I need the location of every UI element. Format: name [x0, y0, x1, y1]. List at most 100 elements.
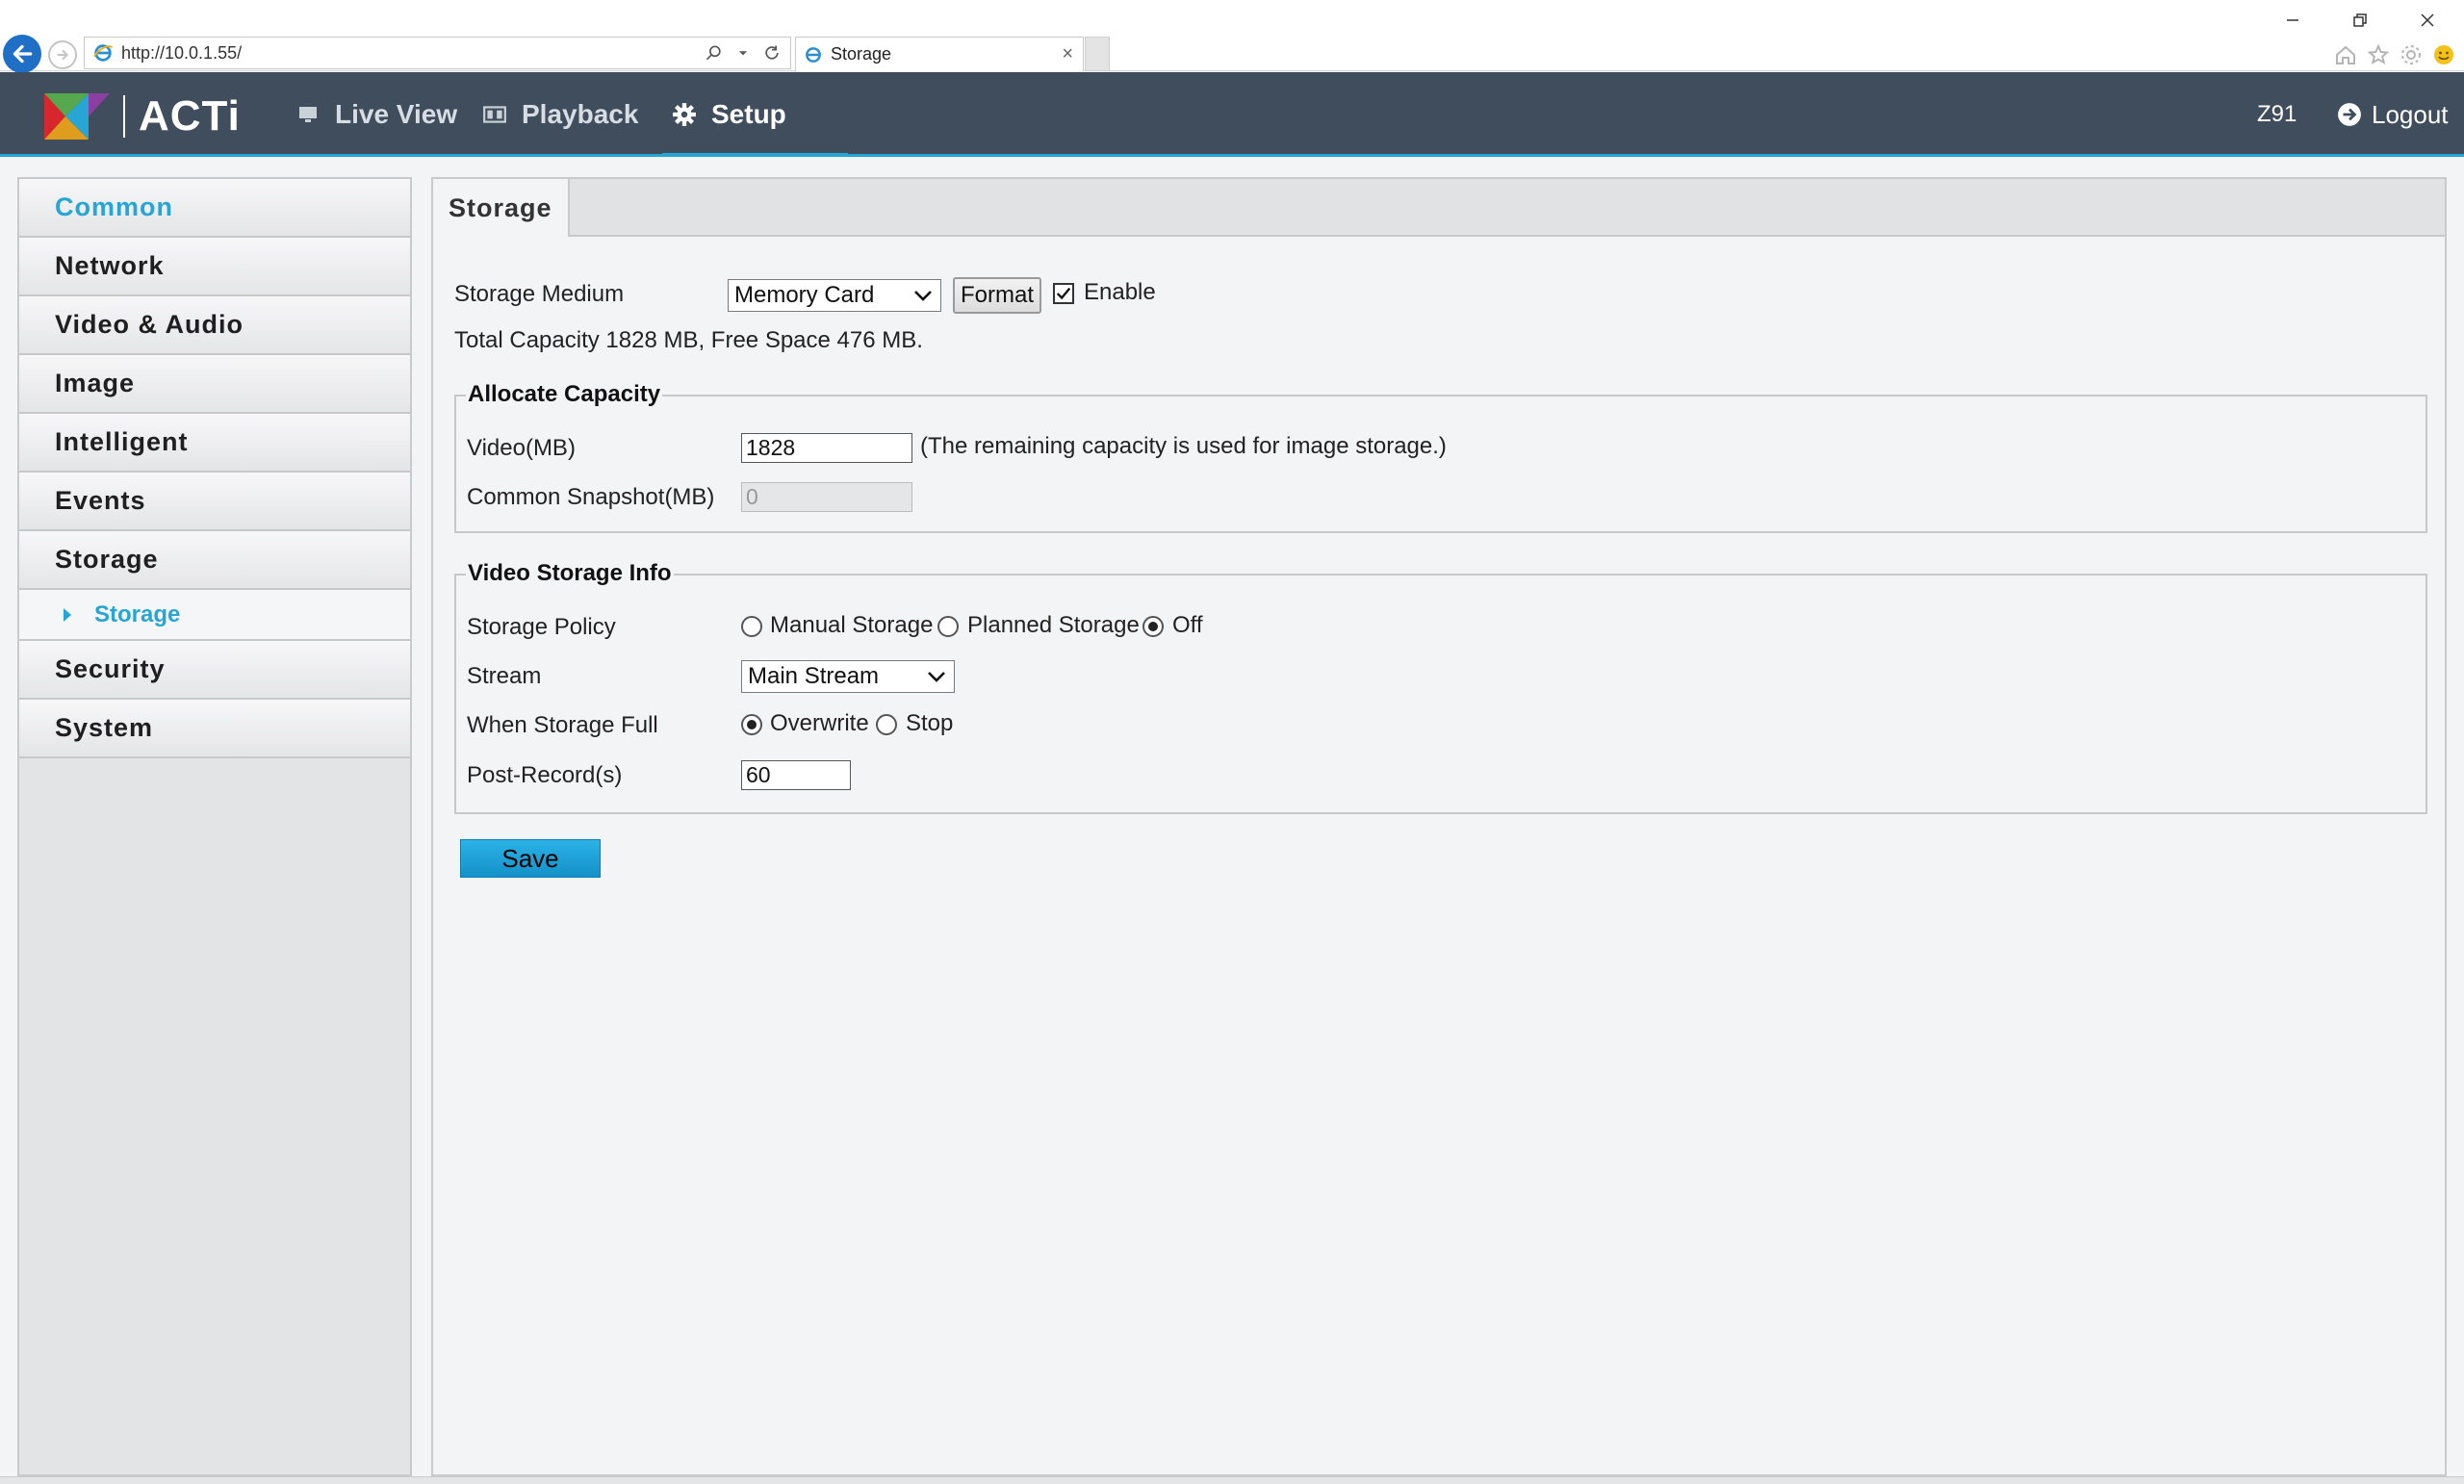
- video-mb-note: (The remaining capacity is used for imag…: [920, 433, 1447, 459]
- format-button[interactable]: Format: [953, 277, 1041, 314]
- minimize-icon[interactable]: [2273, 6, 2312, 35]
- close-window-icon[interactable]: [2408, 6, 2447, 35]
- browser-chrome: http://10.0.1.55/ Storage ×: [0, 0, 2464, 73]
- video-storage-info-legend: Video Storage Info: [466, 560, 674, 587]
- tab-close-icon[interactable]: ×: [1062, 43, 1073, 65]
- star-icon[interactable]: [2366, 42, 2391, 67]
- chevron-down-icon[interactable]: [732, 42, 754, 64]
- search-icon[interactable]: [704, 42, 725, 64]
- sidebar-item-label: Storage: [55, 545, 159, 574]
- content-tabbar: Storage: [433, 179, 2445, 237]
- sidebar-item-system[interactable]: System: [19, 700, 410, 758]
- app-header: ACTi Live View Playback Setup Z91 Logout: [0, 72, 2464, 157]
- new-tab-button[interactable]: [1085, 37, 1110, 71]
- film-icon: [481, 101, 508, 128]
- logo-divider: [123, 95, 125, 138]
- stream-select[interactable]: Main Stream: [741, 660, 955, 693]
- capacity-text: Total Capacity 1828 MB, Free Space 476 M…: [454, 327, 923, 353]
- home-icon[interactable]: [2333, 42, 2358, 67]
- restore-icon[interactable]: [2341, 6, 2379, 35]
- sidebar-item-storage[interactable]: Storage: [19, 531, 410, 590]
- back-button[interactable]: [3, 35, 41, 73]
- radio-manual-storage[interactable]: [741, 616, 762, 637]
- ie-tab-icon: [806, 46, 821, 63]
- video-mb-input[interactable]: 1828: [741, 433, 912, 463]
- sidebar-item-label: Image: [55, 369, 136, 397]
- enable-checkbox[interactable]: [1053, 283, 1074, 304]
- caret-right-icon: [64, 607, 71, 622]
- sidebar-item-label: Intelligent: [55, 427, 189, 456]
- nav-setup[interactable]: Setup: [671, 72, 786, 157]
- sidebar-item-common[interactable]: Common: [19, 179, 410, 238]
- sidebar-item-label: Common: [55, 192, 173, 221]
- sidebar-item-label: System: [55, 713, 154, 742]
- current-user: Z91: [2257, 101, 2297, 127]
- storage-policy-label: Storage Policy: [467, 614, 616, 640]
- monitor-icon: [295, 101, 321, 128]
- refresh-icon[interactable]: [761, 42, 783, 64]
- snapshot-mb-input: 0: [741, 482, 912, 512]
- planned-storage-label: Planned Storage: [967, 612, 1140, 638]
- save-button[interactable]: Save: [460, 839, 601, 878]
- allocate-capacity-legend: Allocate Capacity: [466, 381, 663, 408]
- storage-medium-value: Memory Card: [734, 282, 875, 308]
- overwrite-label: Overwrite: [770, 710, 869, 736]
- sidebar-item-intelligent[interactable]: Intelligent: [19, 414, 410, 473]
- ie-icon: [93, 44, 113, 62]
- sidebar-item-security[interactable]: Security: [19, 641, 410, 700]
- when-storage-full-label: When Storage Full: [467, 712, 658, 738]
- tab-storage[interactable]: Storage: [433, 179, 570, 237]
- nav-playback-label: Playback: [522, 99, 639, 129]
- sidebar-item-network[interactable]: Network: [19, 238, 410, 296]
- gear-icon: [671, 101, 698, 128]
- sidebar-item-events[interactable]: Events: [19, 473, 410, 531]
- logout-label: Logout: [2372, 99, 2449, 129]
- sidebar-item-label: Video & Audio: [55, 310, 244, 339]
- manual-storage-label: Manual Storage: [770, 612, 934, 638]
- enable-label: Enable: [1084, 279, 1156, 305]
- settings-gear-icon[interactable]: [2399, 42, 2424, 67]
- sidebar-subitem-label: Storage: [94, 601, 181, 627]
- settings-sidebar: Common Network Video & Audio Image Intel…: [17, 177, 412, 1476]
- stop-label: Stop: [906, 710, 954, 736]
- logout-icon: [2338, 103, 2361, 126]
- radio-planned-storage[interactable]: [937, 616, 959, 637]
- allocate-capacity-group: [454, 395, 2427, 533]
- chevron-down-icon: [928, 672, 945, 682]
- nav-playback[interactable]: Playback: [481, 72, 638, 157]
- arrow-right-icon: [57, 49, 69, 61]
- snapshot-mb-label: Common Snapshot(MB): [467, 484, 715, 510]
- nav-live-view-label: Live View: [335, 99, 458, 129]
- forward-button[interactable]: [48, 40, 77, 69]
- radio-overwrite[interactable]: [741, 714, 762, 735]
- nav-setup-label: Setup: [711, 99, 786, 129]
- video-mb-label: Video(MB): [467, 435, 576, 461]
- address-url[interactable]: http://10.0.1.55/: [121, 43, 704, 64]
- storage-medium-select[interactable]: Memory Card: [728, 279, 941, 312]
- acti-logo: ACTi: [44, 90, 241, 143]
- sidebar-item-video-audio[interactable]: Video & Audio: [19, 296, 410, 355]
- storage-medium-label: Storage Medium: [454, 281, 625, 307]
- sidebar-item-label: Security: [55, 654, 166, 683]
- off-label: Off: [1172, 612, 1203, 638]
- post-record-input[interactable]: 60: [741, 760, 851, 790]
- post-record-label: Post-Record(s): [467, 762, 623, 788]
- storage-content-panel: Storage Storage Medium Memory Card Forma…: [431, 177, 2447, 1476]
- logout-button[interactable]: Logout: [2337, 72, 2449, 157]
- radio-stop[interactable]: [876, 714, 897, 735]
- sidebar-item-label: Network: [55, 251, 165, 280]
- stream-label: Stream: [467, 663, 542, 689]
- browser-tab[interactable]: Storage ×: [795, 37, 1084, 71]
- brand-name: ACTi: [139, 92, 241, 140]
- address-bar[interactable]: http://10.0.1.55/: [84, 37, 791, 69]
- tab-title: Storage: [831, 44, 892, 64]
- smiley-icon[interactable]: [2431, 42, 2456, 67]
- nav-active-indicator: [662, 153, 848, 157]
- stream-value: Main Stream: [748, 663, 880, 689]
- bottom-strip: [0, 1476, 2464, 1484]
- nav-live-view[interactable]: Live View: [295, 72, 457, 157]
- sidebar-item-image[interactable]: Image: [19, 355, 410, 414]
- sidebar-item-label: Events: [55, 486, 146, 515]
- radio-off[interactable]: [1142, 616, 1164, 637]
- sidebar-subitem-storage[interactable]: Storage: [19, 590, 410, 641]
